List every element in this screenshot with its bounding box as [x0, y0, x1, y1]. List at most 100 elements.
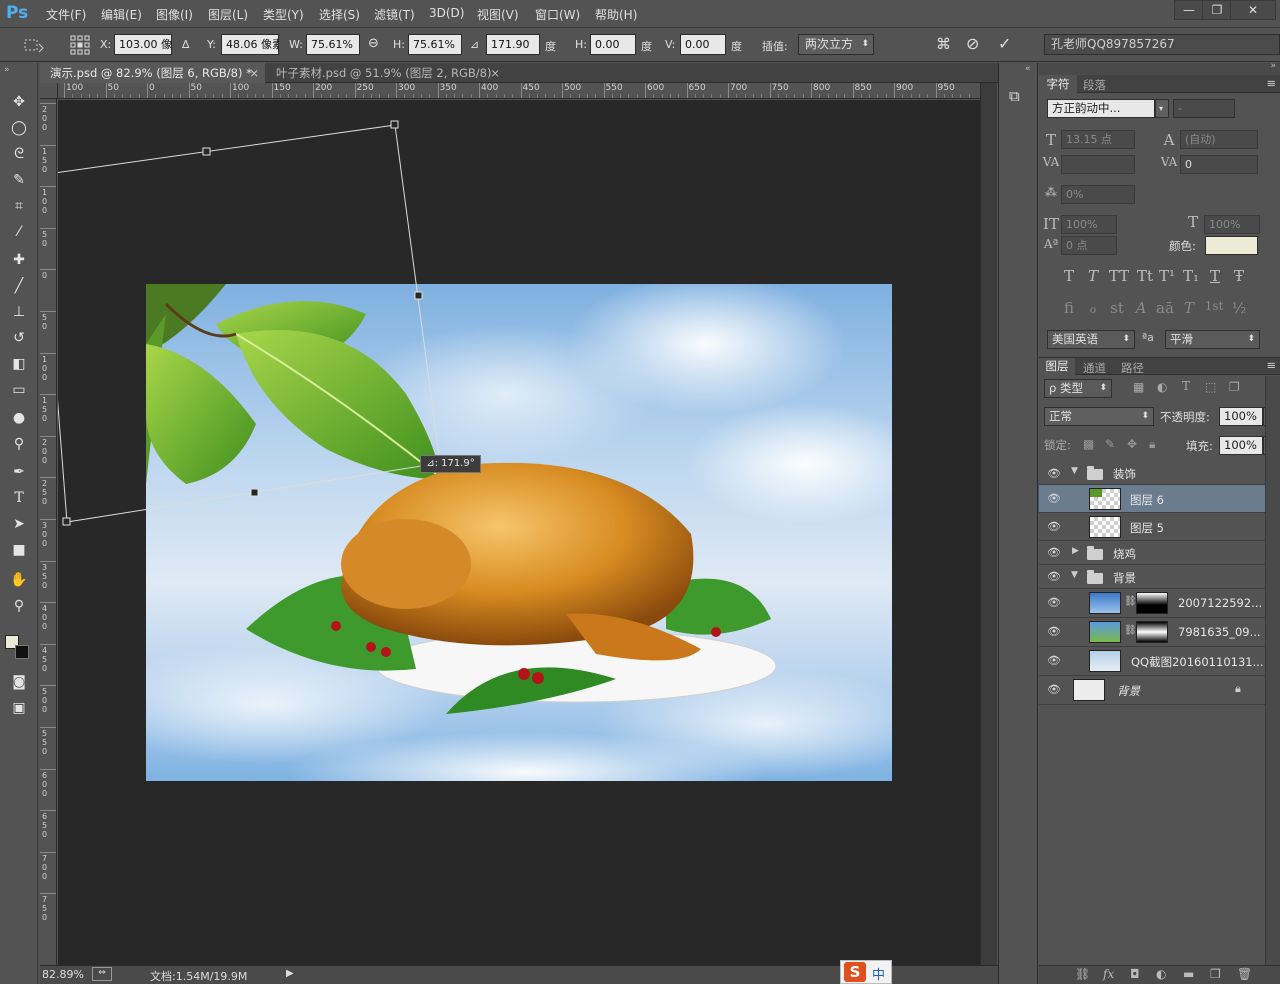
visibility-eye-icon[interactable]: 👁︎ — [1047, 546, 1061, 560]
layer-style-icon[interactable]: fx — [1103, 967, 1114, 981]
strikethrough-icon[interactable]: Ŧ — [1229, 267, 1249, 285]
visibility-eye-icon[interactable]: 👁︎ — [1047, 625, 1061, 639]
eyedropper-tool-icon[interactable]: ⁄ — [7, 221, 31, 243]
discretionary-ligatures-icon[interactable]: st — [1107, 299, 1127, 317]
horizontal-skew-field[interactable]: 0.00 — [590, 34, 636, 55]
layer-5[interactable]: 👁︎ 图层 5 — [1039, 513, 1265, 541]
cancel-transform-icon[interactable]: ⊘ — [966, 34, 979, 53]
minimize-button[interactable]: — — [1174, 0, 1204, 20]
eraser-tool-icon[interactable]: ◧ — [7, 353, 31, 375]
gradient-tool-icon[interactable]: ▭ — [7, 379, 31, 401]
menu-layer[interactable]: 图层(L) — [208, 6, 248, 23]
brush-tool-icon[interactable]: ╱ — [7, 275, 31, 297]
contextual-alternates-icon[interactable]: ℴ — [1083, 299, 1103, 317]
quick-select-tool-icon[interactable]: ✎ — [7, 169, 31, 191]
superscript-icon[interactable]: T¹ — [1157, 267, 1177, 285]
menu-type[interactable]: 类型(Y) — [263, 6, 304, 23]
filter-type-icon[interactable]: T — [1182, 379, 1190, 393]
layer-mask-thumbnail[interactable] — [1136, 621, 1168, 643]
text-color-swatch[interactable] — [1205, 236, 1258, 255]
faux-italic-icon[interactable]: T — [1083, 267, 1103, 285]
visibility-eye-icon[interactable]: 👁︎ — [1047, 654, 1061, 668]
font-style-select[interactable]: - — [1173, 99, 1235, 118]
panel-menu-icon[interactable]: ≡ — [1266, 76, 1276, 90]
tsume-field[interactable]: 0% — [1061, 185, 1135, 204]
rotation-angle-field[interactable]: 171.90 — [486, 34, 540, 55]
filter-pixel-icon[interactable]: ▦ — [1133, 380, 1144, 394]
menu-edit[interactable]: 编辑(E) — [101, 6, 142, 23]
clone-stamp-tool-icon[interactable]: ⊥ — [7, 301, 31, 323]
ime-indicator[interactable]: S 中 — [840, 960, 892, 984]
vertical-ruler[interactable]: 200 150 100 50 0 50 100 150 200 250 300 350 400 450 50… — [40, 99, 57, 965]
new-layer-icon[interactable]: ❐ — [1210, 967, 1221, 981]
fill-field[interactable]: 100% — [1219, 436, 1263, 455]
filter-adjustment-icon[interactable]: ◐ — [1157, 380, 1167, 394]
layers-scrollbar[interactable] — [1265, 376, 1280, 966]
lock-transparent-icon[interactable]: ▩ — [1083, 437, 1094, 451]
new-adjustment-layer-icon[interactable]: ◐ — [1156, 967, 1166, 981]
layer-group-decoration[interactable]: 👁︎ ▼ 装饰 — [1039, 460, 1265, 485]
opacity-field[interactable]: 100% — [1219, 407, 1263, 426]
tab-demo-psd[interactable]: 演示.psd @ 82.9% (图层 6, RGB/8) * × — [40, 63, 265, 83]
subscript-icon[interactable]: T₁ — [1181, 267, 1201, 285]
hand-tool-icon[interactable]: ✋ — [7, 569, 31, 591]
lock-image-icon[interactable]: ✎ — [1105, 437, 1115, 451]
transform-tool-icon[interactable] — [20, 36, 48, 56]
collapse-arrows-icon[interactable]: » — [4, 65, 10, 75]
add-mask-icon[interactable]: ◘ — [1130, 967, 1140, 981]
layer-qq-screenshot[interactable]: 👁︎ QQ截图20160110131... — [1039, 647, 1265, 676]
tab-layers[interactable]: 图层 — [1039, 358, 1075, 375]
width-field[interactable]: 75.61% — [306, 34, 360, 55]
history-panel-icon[interactable]: ⧉ — [1009, 87, 1020, 105]
small-caps-icon[interactable]: Tt — [1133, 267, 1157, 285]
reference-point-icon[interactable] — [70, 35, 90, 55]
titling-alternates-icon[interactable]: T — [1179, 299, 1199, 317]
menu-filter[interactable]: 滤镜(T) — [374, 6, 415, 23]
new-group-icon[interactable]: ▬ — [1183, 967, 1194, 981]
group-collapsed-arrow-icon[interactable]: ▶ — [1072, 546, 1079, 556]
relative-position-icon[interactable]: ∆ — [182, 38, 189, 51]
fractions-icon[interactable]: ½ — [1229, 299, 1249, 317]
warp-mode-icon[interactable]: ⌘ — [936, 35, 951, 53]
visibility-eye-icon[interactable]: 👁︎ — [1047, 492, 1061, 506]
font-size-field[interactable]: 13.15 点 — [1061, 130, 1135, 149]
expand-arrows-icon[interactable]: « — [1025, 64, 1031, 74]
lock-all-icon[interactable]: 🔒︎ — [1149, 437, 1155, 452]
restore-button[interactable]: ❐ — [1202, 0, 1232, 20]
pen-tool-icon[interactable]: ✒ — [7, 461, 31, 483]
tab-channels[interactable]: 通道 — [1083, 360, 1106, 376]
vertical-skew-field[interactable]: 0.00 — [680, 34, 726, 55]
swash-icon[interactable]: A — [1131, 299, 1151, 317]
canvas-area[interactable]: ⊿: 171.9° — [58, 100, 980, 965]
visibility-eye-icon[interactable]: 👁︎ — [1047, 520, 1061, 534]
leading-field[interactable]: (自动) — [1180, 130, 1258, 149]
link-layers-icon[interactable]: ⛓︎ — [1075, 967, 1090, 981]
tab-paragraph[interactable]: 段落 — [1083, 77, 1106, 93]
group-expanded-arrow-icon[interactable]: ▼ — [1071, 570, 1078, 580]
menu-image[interactable]: 图像(I) — [156, 6, 193, 23]
workspace-select[interactable]: 孔老师QQ897857267 — [1044, 34, 1280, 55]
quick-mask-icon[interactable]: ◙ — [7, 671, 31, 693]
zoom-tool-icon[interactable]: ⚲ — [7, 595, 31, 617]
font-family-dropdown-icon[interactable]: ▾ — [1155, 99, 1169, 118]
layer-mask-thumbnail[interactable] — [1136, 592, 1168, 614]
screen-mode-icon[interactable]: ▣ — [7, 697, 31, 719]
all-caps-icon[interactable]: TT — [1107, 267, 1131, 285]
status-menu-arrow-icon[interactable]: ▶ — [286, 968, 294, 979]
visibility-eye-icon[interactable]: 👁︎ — [1047, 683, 1061, 697]
background-color-swatch[interactable] — [15, 645, 29, 659]
layer-group-background[interactable]: 👁︎ ▼ 背景 — [1039, 565, 1265, 589]
status-preview-icon[interactable]: ⇔ — [92, 967, 112, 981]
path-selection-tool-icon[interactable]: ➤ — [7, 513, 31, 535]
dodge-tool-icon[interactable]: ⚲ — [7, 433, 31, 455]
close-button[interactable]: ✕ — [1230, 0, 1276, 20]
marquee-tool-icon[interactable]: ◯ — [7, 117, 31, 139]
underline-icon[interactable]: T — [1205, 267, 1225, 285]
menu-select[interactable]: 选择(S) — [319, 6, 360, 23]
layer-masked-sky-2[interactable]: 👁︎ ⛓︎ 7981635_09... — [1039, 618, 1265, 647]
menu-view[interactable]: 视图(V) — [477, 6, 519, 23]
ruler-origin[interactable] — [40, 83, 58, 99]
filter-smart-object-icon[interactable]: ❐ — [1229, 380, 1240, 394]
group-expanded-arrow-icon[interactable]: ▼ — [1071, 466, 1078, 476]
layer-group-roast-chicken[interactable]: 👁︎ ▶ 烧鸡 — [1039, 541, 1265, 565]
